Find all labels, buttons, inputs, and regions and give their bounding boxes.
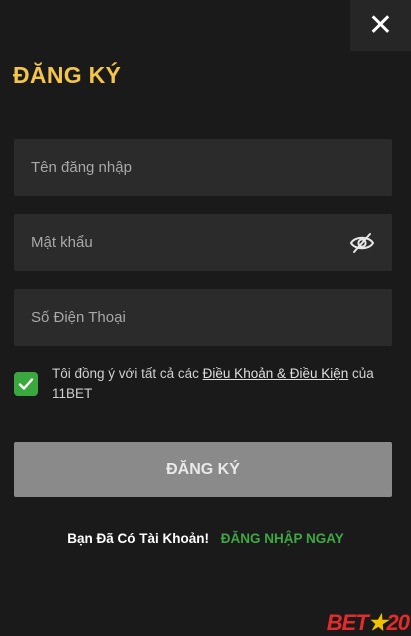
terms-agreement: Tôi đồng ý với tất cả các Điều Khoản & Đ…: [14, 364, 394, 404]
eye-slash-icon: [349, 232, 375, 253]
password-field: [14, 214, 392, 271]
terms-prefix: Tôi đồng ý với tất cả các: [52, 366, 203, 381]
terms-text: Tôi đồng ý với tất cả các Điều Khoản & Đ…: [52, 364, 394, 404]
close-icon: ✕: [367, 8, 394, 42]
register-button[interactable]: ĐĂNG KÝ: [14, 442, 392, 497]
terms-link[interactable]: Điều Khoản & Điều Kiện: [203, 366, 349, 381]
toggle-password-visibility-button[interactable]: [348, 229, 376, 257]
watermark-part1: BET: [326, 610, 369, 635]
username-input[interactable]: [14, 139, 392, 196]
star-icon: ★: [367, 610, 388, 635]
login-now-link[interactable]: ĐĂNG NHẬP NGAY: [221, 531, 344, 546]
page-title: ĐĂNG KÝ: [13, 62, 122, 88]
password-input[interactable]: [14, 214, 348, 271]
username-field: [14, 139, 392, 196]
phone-field: [14, 289, 392, 346]
terms-checkbox[interactable]: [14, 372, 38, 396]
checkmark-icon: [18, 378, 34, 390]
close-button[interactable]: ✕: [350, 0, 411, 51]
watermark-part2: 20: [386, 610, 411, 635]
phone-input[interactable]: [14, 289, 392, 346]
bet20-watermark-logo: BET★20: [326, 610, 411, 635]
login-prompt-row: Bạn Đã Có Tài Khoản! ĐĂNG NHẬP NGAY: [0, 531, 411, 546]
login-prompt-text: Bạn Đã Có Tài Khoản!: [67, 531, 209, 546]
